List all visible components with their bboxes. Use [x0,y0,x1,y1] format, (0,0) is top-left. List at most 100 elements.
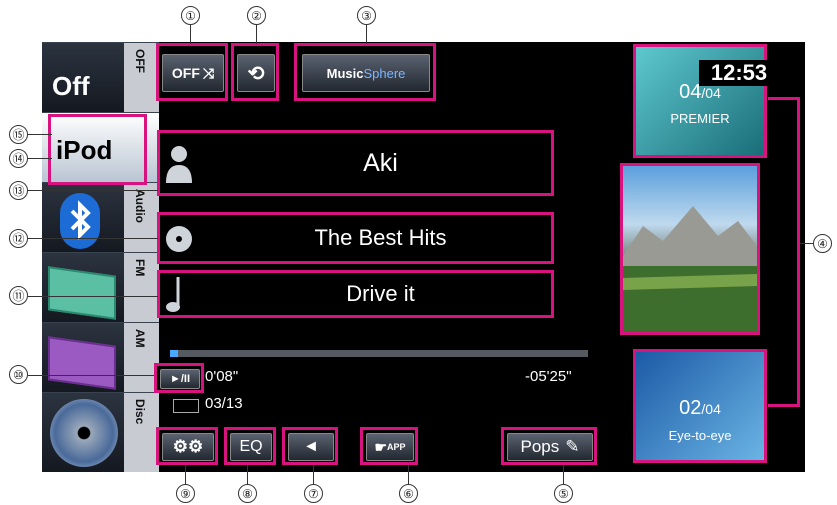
genre-label: Pops [520,437,560,456]
source-am-strip-label: AM [133,329,147,348]
track-counter-icon [173,399,199,413]
song-info-row[interactable]: Drive it [157,270,554,318]
callout-1: ① [181,6,200,25]
source-am-button[interactable]: AM [42,322,159,393]
callout-13-line [28,190,158,191]
shuffle-label: OFF [171,65,200,81]
callout-5: ⑤ [554,484,573,503]
source-disc-button[interactable]: Disc [42,392,159,472]
callout-4: ④ [813,234,832,253]
callout-12: ⑫ [9,229,28,248]
progress-fill [170,350,179,357]
callout-5-line [563,465,564,484]
next-track-title: PREMIER [670,111,730,126]
ipod-highlight-frame [48,114,147,185]
callout-2: ② [247,6,266,25]
callout-7-line [313,465,314,484]
callout-7: ⑦ [304,484,323,503]
settings-button-frame[interactable]: ⚙⚙ [156,427,218,465]
genre-button-frame[interactable]: Pops ✎ [501,427,597,465]
album-info-row[interactable]: The Best Hits [157,212,554,264]
eq-button[interactable]: EQ [230,433,272,461]
callout-12-line [28,238,158,239]
previous-track-artwork[interactable]: 02/04 Eye-to-eye [633,349,767,463]
source-audio-strip: Audio [124,183,159,253]
source-audio-strip-label: Audio [133,189,147,223]
callout-2-line [256,25,257,44]
source-fm-strip-label: FM [133,259,147,277]
callout-11-line [28,296,158,297]
source-fm-strip: FM [124,253,159,323]
callout-8-line [247,465,248,484]
current-track-artwork [620,163,760,335]
callout-3-line [366,25,367,44]
musicsphere-button-frame[interactable]: Music Sphere [294,43,436,101]
callout-14-line [28,158,52,159]
source-off-strip: OFF [124,43,159,113]
play-pause-button-frame[interactable]: ►/II [154,363,204,393]
artwork-bracket [768,97,800,407]
clock: 12:53 [699,60,779,86]
remaining-time: -05'25" [525,368,572,385]
callout-10-line [28,375,154,376]
source-bluetooth-audio-button[interactable]: Audio [42,182,159,253]
mountain-landscape-image [623,206,757,332]
app-button-frame[interactable]: ☛ APP [360,427,418,465]
album-icon [164,221,194,263]
callout-14: ⑭ [9,149,28,168]
callout-8: ⑧ [238,484,257,503]
musicsphere-button[interactable]: Music Sphere [302,54,430,92]
artist-info-row[interactable]: Aki [157,130,554,196]
app-button[interactable]: ☛ APP [366,433,414,461]
artist-icon [164,143,194,185]
genre-button[interactable]: Pops ✎ [507,433,593,461]
callout-9: ⑨ [176,484,195,503]
callout-3: ③ [357,6,376,25]
genre-edit-icon: ✎ [565,437,580,456]
shuffle-icon: ⤨ [202,64,215,81]
artist-name: Aki [363,148,398,177]
shuffle-button[interactable]: OFF ⤨ [162,54,224,92]
track-counter: 03/13 [205,395,243,412]
back-arrow-icon[interactable]: ◄ [288,433,334,461]
song-name: Drive it [346,281,415,306]
am-radio-icon [48,336,116,390]
source-off-button[interactable]: Off OFF [42,42,159,113]
musicsphere-label-a: Music [326,65,364,81]
callout-13: ⑬ [9,181,28,200]
settings-gear-icon[interactable]: ⚙⚙ [162,433,214,461]
head-unit-screen: Off OFF iPod Audio FM AM Disc OFF ⤨ ⟲ Mus… [42,42,805,472]
callout-15-line [28,134,52,135]
previous-track-title: Eye-to-eye [668,428,732,443]
back-button-frame[interactable]: ◄ [282,427,338,465]
next-track-counter-den: /04 [701,85,721,101]
app-hand-icon: ☛ [374,438,388,455]
repeat-icon[interactable]: ⟲ [237,54,275,92]
elapsed-time: 0'08" [205,368,239,385]
previous-track-counter: 02/04 [636,397,764,420]
shuffle-button-frame[interactable]: OFF ⤨ [156,43,228,101]
callout-4-line [800,243,813,244]
musicsphere-label-b: Sphere [363,65,406,81]
source-fm-button[interactable]: FM [42,252,159,323]
progress-bar[interactable] [170,350,588,357]
song-icon [164,275,194,317]
callout-6: ⑥ [399,484,418,503]
repeat-button-frame[interactable]: ⟲ [231,43,279,101]
disc-icon [50,399,118,467]
fm-radio-icon [48,266,116,320]
album-name: The Best Hits [314,225,447,250]
app-label: APP [387,442,406,452]
previous-track-counter-num: 02 [679,397,702,419]
source-disc-strip-label: Disc [133,399,147,425]
play-pause-button[interactable]: ►/II [160,369,200,389]
callout-10: ⑩ [9,365,28,384]
callout-6-line [408,465,409,484]
callout-1-line [190,25,191,44]
callout-9-line [185,465,186,484]
eq-button-frame[interactable]: EQ [224,427,276,465]
previous-track-counter-den: /04 [701,401,721,417]
callout-11: ⑪ [9,286,28,305]
source-disc-strip: Disc [124,393,159,472]
source-off-label: Off [52,71,90,101]
